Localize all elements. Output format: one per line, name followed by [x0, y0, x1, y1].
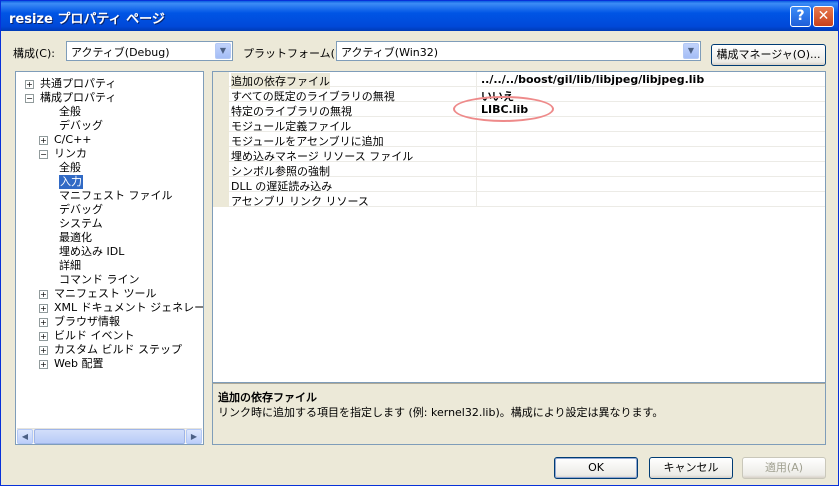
column-divider[interactable] [476, 132, 477, 147]
chevron-down-icon[interactable]: ▼ [215, 43, 231, 59]
column-divider[interactable] [476, 147, 477, 162]
tree-item-label: Web 配置 [54, 357, 104, 370]
row-gutter [213, 192, 229, 207]
platform-select-value: アクティブ(Win32) [341, 46, 439, 59]
tree-item-label: 入力 [59, 175, 83, 189]
property-row[interactable]: シンボル参照の強制 [213, 162, 825, 178]
config-select-value: アクティブ(Debug) [71, 46, 170, 59]
property-pages-dialog: resize プロパティ ページ ? ✕ 構成(C): アクティブ(Debug)… [0, 0, 839, 486]
config-toolbar: 構成(C): アクティブ(Debug) ▼ プラットフォーム(P): アクティブ… [1, 31, 838, 73]
property-tree[interactable]: + 共通プロパティ − 構成プロパティ 全般 デバッグ + C/C++ − リンカ 全般 入力 マニフェ… [15, 71, 204, 445]
expand-icon[interactable]: + [39, 318, 48, 327]
row-gutter [213, 72, 229, 87]
tree-item-label: C/C++ [54, 133, 92, 146]
row-gutter [213, 177, 229, 192]
row-gutter [213, 132, 229, 147]
tree-item-label: カスタム ビルド ステップ [54, 343, 182, 356]
tree-item-label: システム [59, 217, 103, 230]
tree-item-label: ブラウザ情報 [54, 315, 120, 328]
scroll-left-icon[interactable]: ◀ [17, 429, 33, 444]
scrollbar-thumb[interactable] [34, 429, 185, 444]
property-row[interactable]: 追加の依存ファイル ../../../boost/gil/lib/libjpeg/… [213, 72, 825, 89]
cancel-button[interactable]: キャンセル [649, 457, 733, 479]
description-panel: 追加の依存ファイル リンク時に追加する項目を指定します (例: kernel32… [212, 383, 826, 445]
platform-select[interactable]: アクティブ(Win32) ▼ [336, 41, 701, 61]
row-gutter [213, 147, 229, 162]
tree-item-label: コマンド ライン [59, 273, 140, 286]
property-name: アセンブリ リンク リソース [231, 195, 369, 208]
description-text: リンク時に追加する項目を指定します (例: kernel32.lib)。構成によ… [218, 406, 664, 419]
row-gutter [213, 117, 229, 132]
property-row[interactable]: モジュールをアセンブリに追加 [213, 132, 825, 148]
expand-icon[interactable]: + [39, 136, 48, 145]
column-divider[interactable] [476, 177, 477, 192]
tree-item-label: 最適化 [59, 231, 92, 244]
tree-item-label: 共通プロパティ [40, 77, 117, 90]
tree-item-label: デバッグ [59, 203, 103, 216]
property-value[interactable]: ../../../boost/gil/lib/libjpeg/libjpeg.l… [481, 73, 704, 86]
tree-item-label: マニフェスト ツール [54, 287, 157, 300]
config-select[interactable]: アクティブ(Debug) ▼ [66, 41, 233, 61]
tree-item-label: リンカ [54, 147, 87, 160]
tree-item-label: 全般 [59, 105, 81, 118]
tree-item-label: ビルド イベント [54, 329, 135, 342]
apply-button[interactable]: 適用(A) [742, 457, 826, 479]
tree-item-label: マニフェスト ファイル [59, 189, 173, 202]
highlight-ellipse [453, 96, 554, 122]
row-gutter [213, 87, 229, 102]
expand-icon[interactable]: + [39, 360, 48, 369]
expand-icon[interactable]: + [39, 332, 48, 341]
property-row[interactable]: アセンブリ リンク リソース [213, 192, 825, 208]
scroll-right-icon[interactable]: ▶ [186, 429, 202, 444]
tree-item-label: デバッグ [59, 119, 103, 132]
tree-item-label: XML ドキュメント ジェネレータ [54, 301, 204, 314]
expand-icon[interactable]: + [25, 80, 34, 89]
chevron-down-icon[interactable]: ▼ [683, 43, 699, 59]
property-row[interactable]: 埋め込みマネージ リソース ファイル [213, 147, 825, 163]
description-title: 追加の依存ファイル [218, 391, 317, 404]
help-icon[interactable]: ? [790, 6, 811, 27]
platform-label: プラットフォーム(P): [243, 47, 350, 60]
tree-item-label: 詳細 [59, 259, 81, 272]
collapse-icon[interactable]: − [25, 94, 34, 103]
title-bar[interactable]: resize プロパティ ページ ? ✕ [1, 1, 838, 31]
horizontal-scrollbar[interactable]: ◀ ▶ [17, 428, 202, 444]
expand-icon[interactable]: + [39, 304, 48, 313]
row-gutter [213, 102, 229, 117]
collapse-icon[interactable]: − [39, 150, 48, 159]
config-manager-button[interactable]: 構成マネージャ(O)... [711, 44, 826, 66]
config-label: 構成(C): [13, 47, 55, 60]
tree-item-label: 全般 [59, 161, 81, 174]
tree-item-label: 埋め込み IDL [59, 245, 125, 258]
expand-icon[interactable]: + [39, 290, 48, 299]
window-title: resize プロパティ ページ [9, 12, 165, 27]
column-divider[interactable] [476, 72, 477, 87]
row-gutter [213, 162, 229, 177]
column-divider[interactable] [476, 192, 477, 207]
tree-item-label: 構成プロパティ [40, 91, 117, 104]
ok-button[interactable]: OK [554, 457, 638, 479]
expand-icon[interactable]: + [39, 346, 48, 355]
close-icon[interactable]: ✕ [813, 6, 834, 27]
column-divider[interactable] [476, 162, 477, 177]
property-row[interactable]: DLL の遅延読み込み [213, 177, 825, 193]
